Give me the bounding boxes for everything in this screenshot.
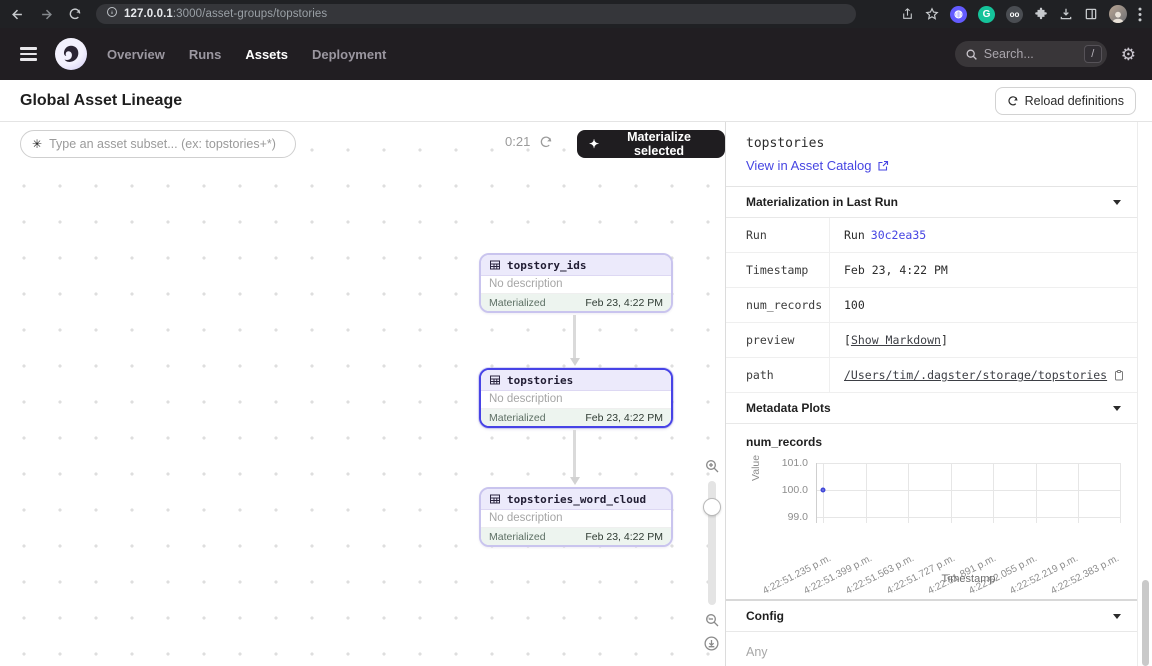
refresh-icon bbox=[1007, 95, 1019, 107]
nav-links: Overview Runs Assets Deployment bbox=[107, 47, 386, 62]
table-row-path: path /Users/tim/.dagster/storage/topstor… bbox=[726, 358, 1137, 393]
address-bar[interactable]: 127.0.0.1:3000/asset-groups/topstories bbox=[96, 4, 856, 24]
view-in-asset-catalog-link[interactable]: View in Asset Catalog bbox=[746, 158, 1121, 173]
downloads-icon[interactable] bbox=[1059, 7, 1073, 21]
asset-status: Materialized bbox=[489, 297, 546, 309]
asset-name: topstories_word_cloud bbox=[507, 493, 646, 506]
y-tick: 100.0 bbox=[760, 484, 808, 496]
reload-icon[interactable] bbox=[68, 7, 82, 21]
x-axis-label: Timestamp bbox=[816, 573, 1121, 585]
panel-scrollbar[interactable] bbox=[1142, 580, 1149, 666]
zoom-slider[interactable] bbox=[708, 481, 716, 605]
asset-name: topstories bbox=[507, 374, 573, 387]
asset-description: No description bbox=[481, 510, 671, 528]
table-row-run: Run Run30c2ea35 bbox=[726, 218, 1137, 253]
lineage-edge bbox=[573, 430, 576, 478]
forward-icon[interactable] bbox=[39, 7, 54, 22]
dagster-logo[interactable] bbox=[55, 38, 87, 70]
app-navbar: Overview Runs Assets Deployment / ⚙ bbox=[0, 28, 1152, 80]
table-row-preview: preview [Show Markdown] bbox=[726, 323, 1137, 358]
plot-title: num_records bbox=[726, 424, 1137, 451]
section-config[interactable]: Config bbox=[726, 601, 1137, 632]
lineage-edge bbox=[573, 315, 576, 359]
path-link[interactable]: /Users/tim/.dagster/storage/topstories bbox=[844, 368, 1107, 382]
asset-status: Materialized bbox=[489, 531, 546, 543]
profile-avatar[interactable] bbox=[1109, 5, 1127, 23]
zoom-slider-handle[interactable] bbox=[703, 498, 721, 516]
plot-area bbox=[816, 463, 1121, 523]
table-icon bbox=[489, 259, 501, 271]
data-point[interactable] bbox=[821, 488, 826, 493]
zoom-out-icon[interactable] bbox=[704, 612, 720, 628]
sparkle-icon: ✦ bbox=[589, 137, 599, 151]
asset-detail-panel: topstories View in Asset Catalog Materia… bbox=[726, 122, 1152, 666]
settings-gear-icon[interactable]: ⚙ bbox=[1121, 46, 1136, 63]
share-icon[interactable] bbox=[901, 7, 914, 21]
asset-timestamp: Feb 23, 4:22 PM bbox=[585, 297, 663, 309]
site-info-icon[interactable] bbox=[106, 5, 118, 23]
refresh-countdown-icon[interactable] bbox=[539, 135, 553, 149]
section-materialization-last-run[interactable]: Materialization in Last Run bbox=[726, 187, 1137, 218]
asset-description: No description bbox=[481, 391, 671, 409]
y-tick: 99.0 bbox=[760, 511, 808, 523]
bookmark-star-icon[interactable] bbox=[925, 7, 939, 21]
nav-item-assets[interactable]: Assets bbox=[245, 47, 288, 62]
nav-item-overview[interactable]: Overview bbox=[107, 47, 165, 62]
zoom-controls bbox=[703, 458, 720, 652]
browser-chrome: 127.0.0.1:3000/asset-groups/topstories ◍… bbox=[0, 0, 1152, 28]
asset-node-topstory-ids[interactable]: topstory_ids No description Materialized… bbox=[479, 253, 673, 313]
asset-name: topstory_ids bbox=[507, 259, 586, 272]
extension-goggles-icon[interactable]: oo bbox=[1006, 6, 1023, 23]
nav-item-runs[interactable]: Runs bbox=[189, 47, 222, 62]
table-icon bbox=[489, 374, 501, 386]
show-markdown-link[interactable]: Show Markdown bbox=[851, 333, 941, 347]
table-row-timestamp: Timestamp Feb 23, 4:22 PM bbox=[726, 253, 1137, 288]
panel-asset-name: topstories bbox=[746, 136, 1121, 151]
table-icon bbox=[489, 493, 501, 505]
run-id-link[interactable]: 30c2ea35 bbox=[871, 228, 926, 242]
asset-subset-input[interactable] bbox=[49, 137, 284, 151]
y-tick: 101.0 bbox=[760, 457, 808, 469]
collapse-caret-icon[interactable] bbox=[1113, 200, 1121, 205]
nav-item-deployment[interactable]: Deployment bbox=[312, 47, 386, 62]
search-shortcut-key: / bbox=[1084, 45, 1102, 63]
asset-status: Materialized bbox=[489, 412, 546, 424]
metadata-table: Run Run30c2ea35 Timestamp Feb 23, 4:22 P… bbox=[726, 218, 1137, 393]
page-header: Global Asset Lineage Reload definitions bbox=[0, 80, 1152, 122]
asset-timestamp: Feb 23, 4:22 PM bbox=[585, 412, 663, 424]
table-row-num-records: num_records 100 bbox=[726, 288, 1137, 323]
op-selector-icon: ✳ bbox=[32, 138, 42, 150]
collapse-caret-icon[interactable] bbox=[1113, 406, 1121, 411]
asset-node-topstories[interactable]: topstories No description Materialized Fe… bbox=[479, 368, 673, 428]
asset-node-topstories-word-cloud[interactable]: topstories_word_cloud No description Mat… bbox=[479, 487, 673, 547]
external-link-icon bbox=[877, 160, 889, 172]
sidepanel-icon[interactable] bbox=[1084, 7, 1098, 21]
extension-grammarly-icon[interactable]: G bbox=[978, 6, 995, 23]
materialize-selected-button[interactable]: ✦ Materialize selected bbox=[577, 130, 725, 158]
refresh-timer: 0:21 bbox=[505, 134, 530, 149]
extensions-puzzle-icon[interactable] bbox=[1034, 7, 1048, 21]
reload-definitions-button[interactable]: Reload definitions bbox=[995, 87, 1136, 115]
collapse-caret-icon[interactable] bbox=[1113, 614, 1121, 619]
global-search[interactable]: / bbox=[955, 41, 1107, 67]
page-title: Global Asset Lineage bbox=[20, 92, 182, 110]
hamburger-menu-icon[interactable] bbox=[16, 43, 41, 65]
num-records-chart: Value 101.0 100.0 99.0 4:22:51.235 p.m. … bbox=[726, 453, 1121, 595]
search-input[interactable] bbox=[984, 47, 1078, 61]
search-icon bbox=[965, 48, 978, 61]
recenter-icon[interactable] bbox=[703, 635, 720, 652]
back-icon[interactable] bbox=[10, 7, 25, 22]
browser-menu-icon[interactable] bbox=[1138, 7, 1142, 22]
asset-timestamp: Feb 23, 4:22 PM bbox=[585, 531, 663, 543]
x-axis-ticks: 4:22:51.235 p.m. 4:22:51.399 p.m. 4:22:5… bbox=[816, 529, 1121, 569]
zoom-in-icon[interactable] bbox=[704, 458, 720, 474]
asset-subset-filter[interactable]: ✳ bbox=[20, 130, 296, 158]
copy-path-icon[interactable] bbox=[1113, 369, 1125, 382]
asset-description: No description bbox=[481, 276, 671, 294]
section-metadata-plots[interactable]: Metadata Plots bbox=[726, 393, 1137, 424]
extension-1password-icon[interactable]: ◍ bbox=[950, 6, 967, 23]
url-text: 127.0.0.1:3000/asset-groups/topstories bbox=[124, 8, 327, 20]
lineage-canvas[interactable]: ✳ 0:21 ✦ Materialize selected topstory_i… bbox=[0, 122, 726, 666]
config-value: Any bbox=[726, 632, 1137, 666]
